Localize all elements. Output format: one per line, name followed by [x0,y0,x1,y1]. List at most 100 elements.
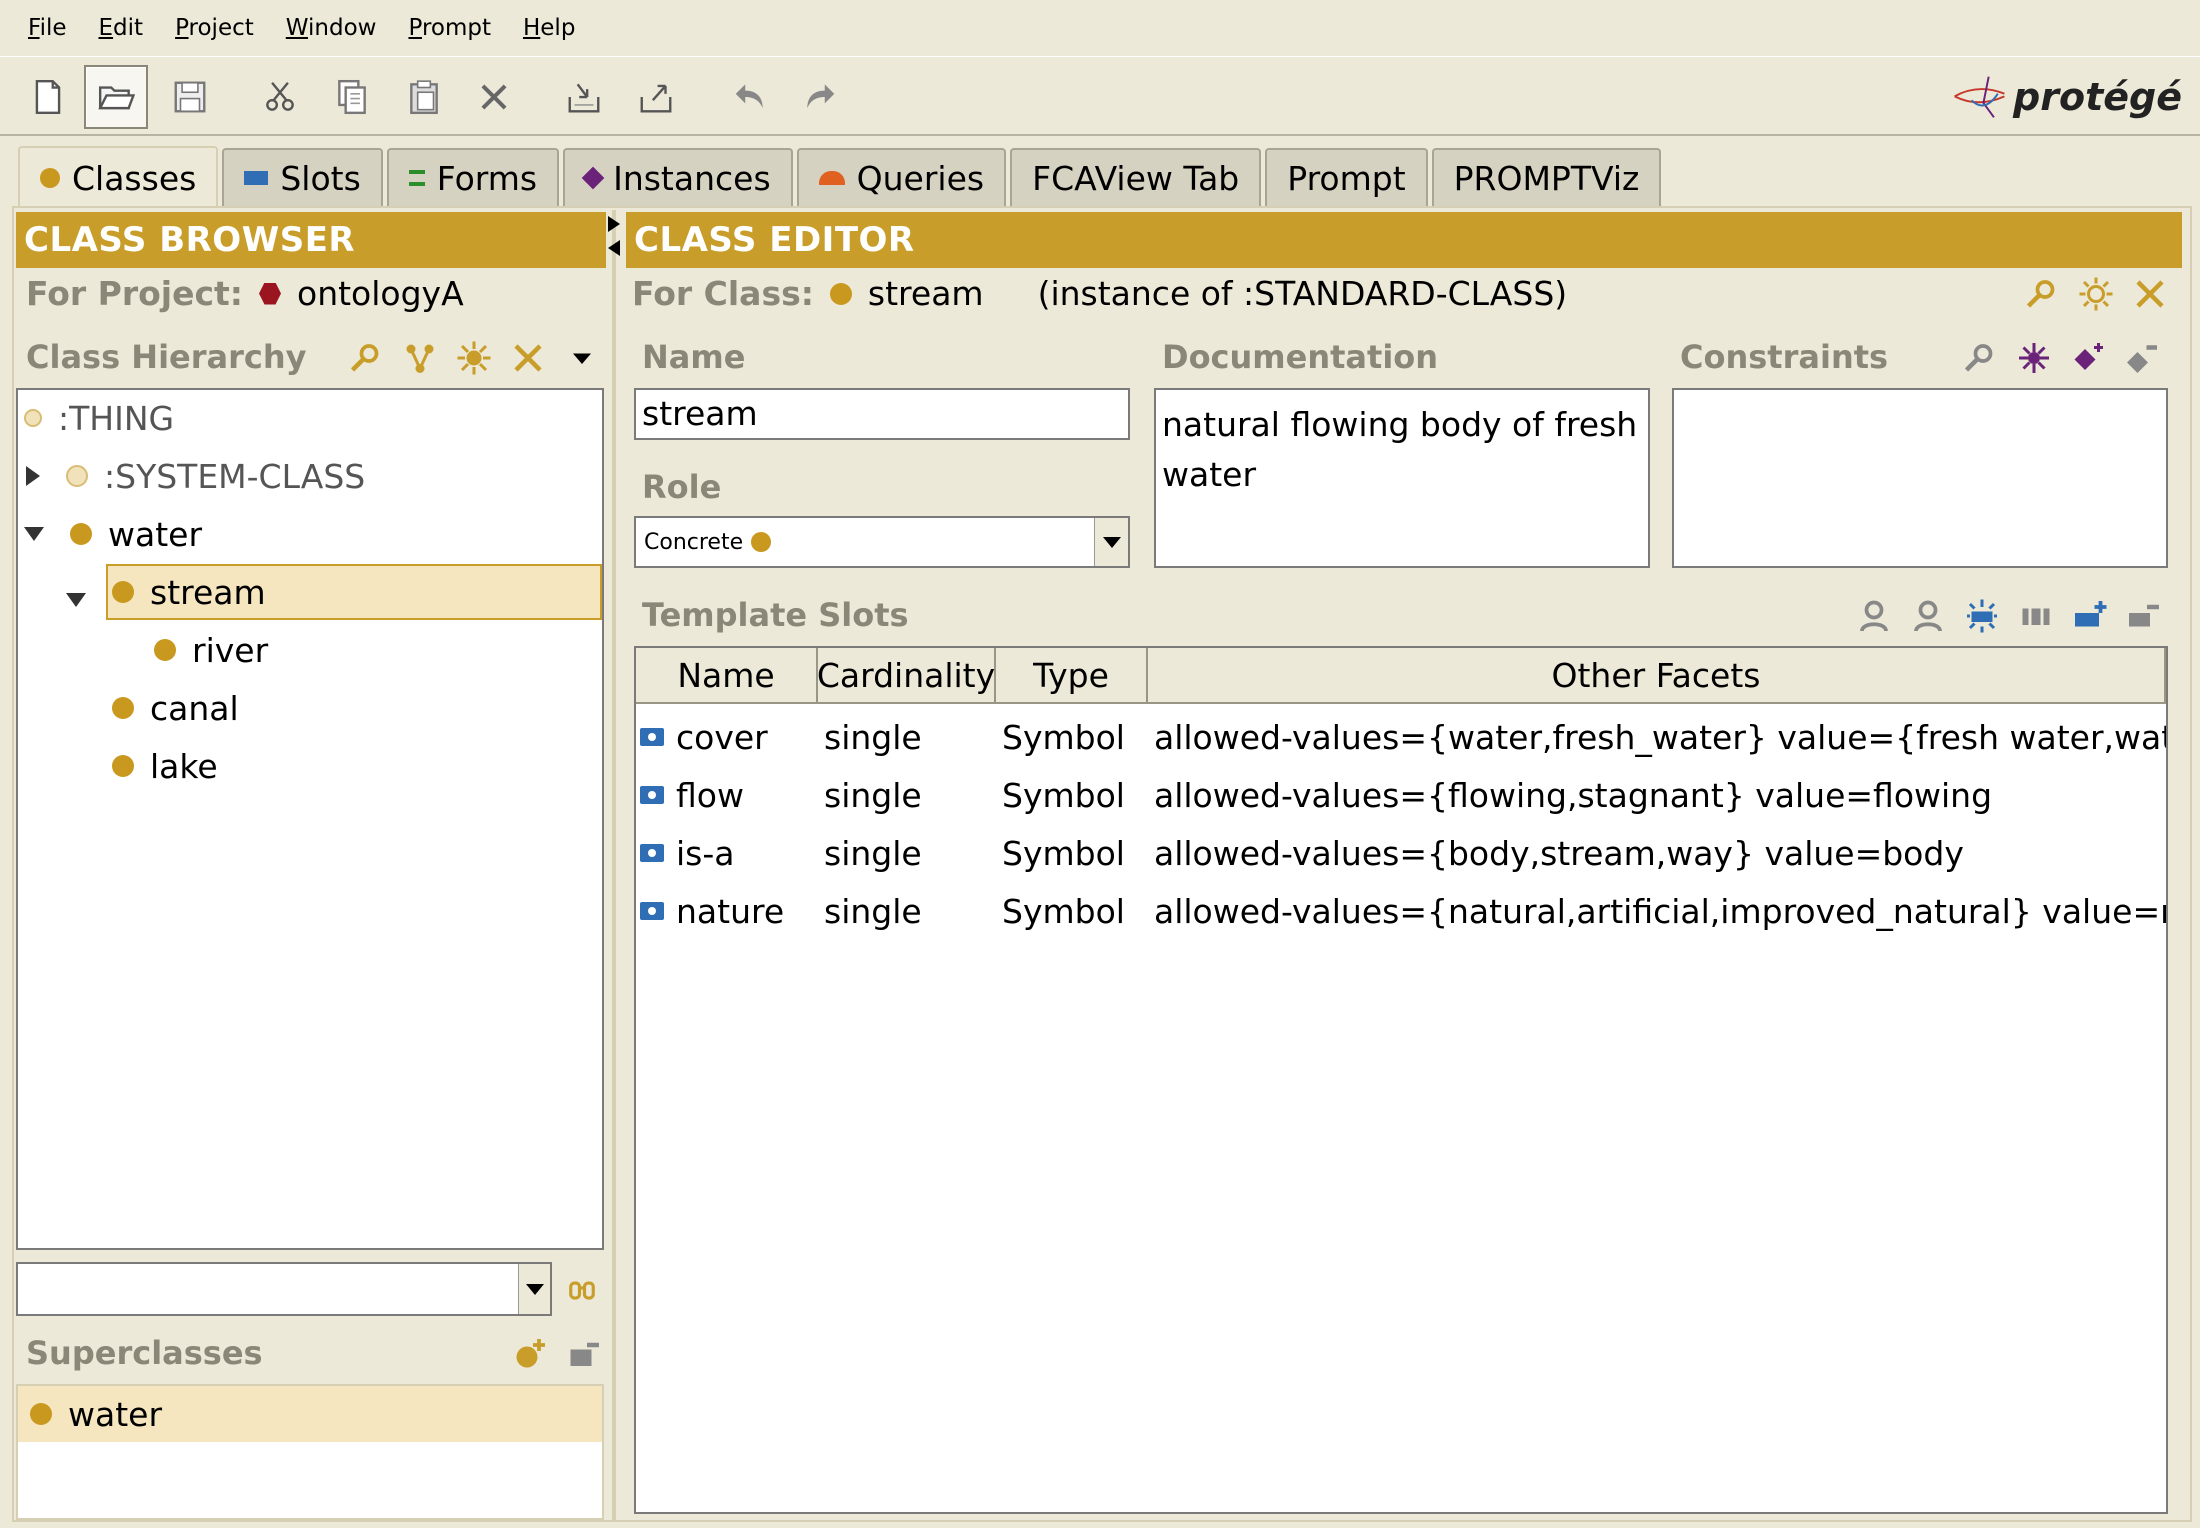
import-button[interactable] [552,65,616,129]
tab-forms[interactable]: Forms [386,148,560,206]
tree-node-thing[interactable]: :THING [24,390,174,446]
tree-node-river[interactable]: river [154,622,268,678]
table-row[interactable]: nature single Symbol allowed-values={nat… [636,882,2166,940]
class-name-field[interactable]: stream [634,388,1130,440]
remove-constraint-icon[interactable] [2124,340,2160,376]
for-class-label: For Class: [632,274,814,313]
class-dot-icon [751,532,772,552]
close-icon[interactable] [2132,276,2168,312]
new-file-icon [35,79,61,115]
redo-button[interactable] [788,65,852,129]
add-constraint-icon[interactable] [2070,340,2106,376]
delete-button[interactable] [462,65,526,129]
override-slot-icon[interactable] [2018,598,2054,634]
tab-promptviz[interactable]: PROMPTViz [1431,148,1662,206]
remove-superclass-icon[interactable] [566,1336,602,1372]
class-dot-icon [112,755,134,777]
protege-logo: protégé [1952,61,2182,133]
undo-button[interactable] [718,65,782,129]
menu-edit[interactable]: Edit [83,0,160,56]
create-slot-icon[interactable] [1964,598,2000,634]
delete-class-icon[interactable] [510,340,546,376]
export-button[interactable] [624,65,688,129]
export-icon [640,84,672,113]
tab-prompt[interactable]: Prompt [1265,148,1428,206]
pane-splitter[interactable] [606,210,622,1520]
table-row[interactable]: flow single Symbol allowed-values={flowi… [636,766,2166,824]
add-slot-icon[interactable] [2072,598,2108,634]
open-folder-icon [98,86,135,110]
slot-cardinality: single [824,775,922,815]
slot-name-cell: flow [640,766,744,824]
open-project-button[interactable] [84,65,148,129]
copy-button[interactable] [320,65,384,129]
slot-icon [640,844,664,862]
constraints-list[interactable] [1672,388,2168,568]
chevron-down-icon[interactable] [564,340,600,376]
tree-node-water[interactable]: water [24,506,202,562]
tab-queries[interactable]: Queries [796,148,1007,206]
project-name: ontologyA [297,274,464,313]
tree-node-stream[interactable]: stream [106,564,602,620]
menu-prompt[interactable]: Prompt [392,0,507,56]
collapse-triangle-icon[interactable] [24,527,44,541]
tree-node-canal[interactable]: canal [112,680,239,736]
column-header-name[interactable]: Name [636,648,818,704]
slot-type: Symbol [1002,717,1125,757]
table-row[interactable]: is-a single Symbol allowed-values={body,… [636,824,2166,882]
tab-classes[interactable]: Classes [18,146,219,208]
sun-class-icon[interactable] [2078,276,2114,312]
create-class-icon[interactable] [456,340,492,376]
slot-icon [640,902,664,920]
view-class-icon[interactable] [348,340,384,376]
cut-button[interactable] [248,65,312,129]
slot-type: Symbol [1002,833,1125,873]
class-hierarchy-tree[interactable]: :THING :SYSTEM-CLASS water stream river … [16,388,604,1250]
new-file-button[interactable] [16,65,80,129]
save-button[interactable] [158,65,222,129]
instance-of-text: (instance of :STANDARD-CLASS) [1037,274,1568,313]
class-dot-icon [112,581,134,603]
search-dropdown-button[interactable] [518,1264,550,1314]
menu-file[interactable]: File [12,0,83,56]
tree-node-label: canal [150,688,239,728]
create-subclass-icon[interactable] [402,340,438,376]
table-row[interactable]: cover single Symbol allowed-values={wate… [636,708,2166,766]
class-dot-icon [66,465,88,487]
binoculars-icon [569,1281,595,1300]
column-header-other-facets[interactable]: Other Facets [1148,648,2166,704]
tab-slots[interactable]: Slots [222,148,383,206]
tab-label: Instances [613,158,771,198]
expand-triangle-icon[interactable] [26,466,40,486]
add-superclass-icon[interactable] [512,1336,548,1372]
column-header-type[interactable]: Type [996,648,1148,704]
class-dot-icon [112,697,134,719]
collapse-triangle-icon[interactable] [66,593,86,607]
tab-instances[interactable]: Instances [563,148,793,206]
view-slot-at-class-icon[interactable] [1910,598,1946,634]
menu-help[interactable]: Help [507,0,591,56]
slot-facets: allowed-values={water,fresh_water} value… [1154,717,2168,757]
column-header-cardinality[interactable]: Cardinality [817,648,996,704]
class-search-combo[interactable] [16,1262,552,1316]
role-select[interactable]: Concrete [634,516,1130,568]
view-slot-icon[interactable] [1856,598,1892,634]
view-metaclass-icon[interactable] [2024,276,2060,312]
find-class-button[interactable] [560,1266,604,1310]
slot-cardinality: single [824,717,922,757]
superclass-row[interactable]: water [18,1386,602,1442]
template-slots-table[interactable]: Name Cardinality Type Other Facets cover… [634,646,2168,1514]
create-constraint-icon[interactable] [2016,340,2052,376]
paste-button[interactable] [392,65,456,129]
remove-slot-icon[interactable] [2126,598,2162,634]
view-constraint-icon[interactable] [1962,340,1998,376]
tree-node-system-class[interactable]: :SYSTEM-CLASS [26,448,365,504]
tree-node-lake[interactable]: lake [112,738,218,794]
menu-window[interactable]: Window [270,0,393,56]
superclasses-list[interactable]: water [16,1384,604,1520]
menu-project[interactable]: Project [159,0,270,56]
class-dot-icon [154,639,176,661]
role-dropdown-button[interactable] [1094,518,1128,566]
documentation-field[interactable]: natural flowing body of fresh water [1154,388,1650,568]
tab-fcaview[interactable]: FCAView Tab [1010,148,1262,206]
